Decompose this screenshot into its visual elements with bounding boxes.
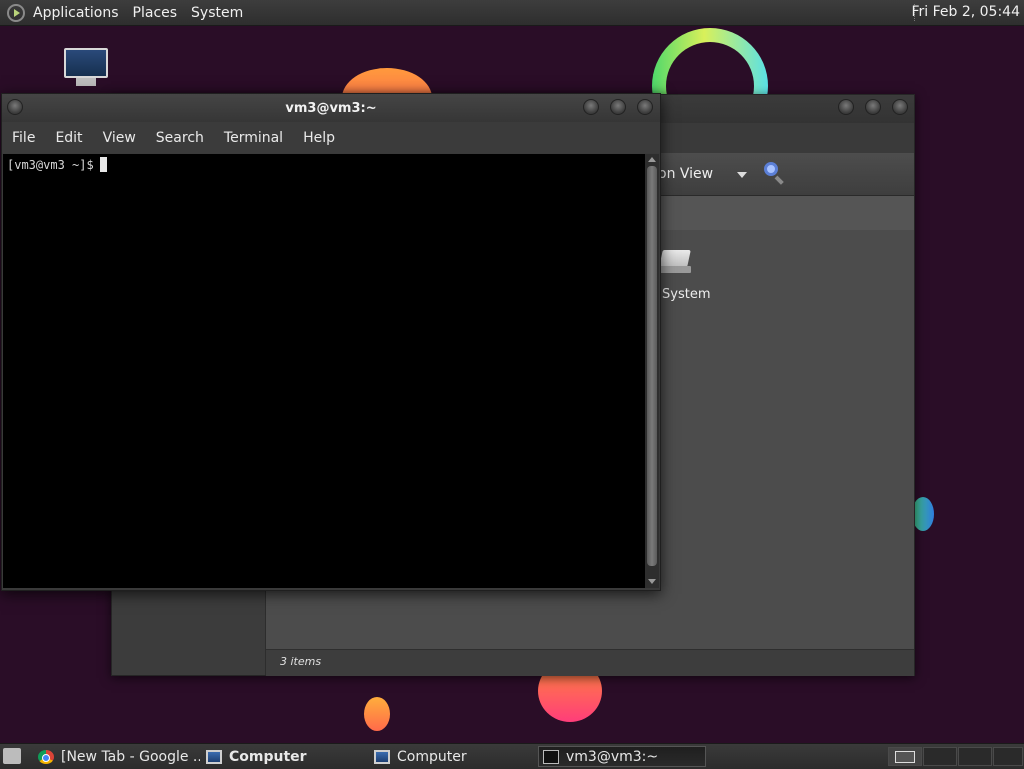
workspace-1[interactable] xyxy=(888,747,922,766)
menu-edit[interactable]: Edit xyxy=(55,130,82,146)
window-title: vm3@vm3:~ xyxy=(285,101,377,116)
taskbar-item-terminal[interactable]: vm3@vm3:~ xyxy=(538,746,706,767)
search-icon[interactable] xyxy=(764,162,786,185)
monitor-screen xyxy=(64,48,108,78)
terminal-screen[interactable]: [vm3@vm3 ~]$ xyxy=(3,154,645,588)
search-lens xyxy=(764,162,778,176)
terminal-titlebar[interactable]: vm3@vm3:~ xyxy=(2,94,660,122)
shell-prompt: [vm3@vm3 ~]$ xyxy=(7,158,94,172)
computer-icon xyxy=(374,749,390,764)
computer-icon xyxy=(206,749,222,764)
workspace-4[interactable] xyxy=(993,747,1023,766)
text-cursor xyxy=(99,157,107,172)
taskbar-item-label: Computer xyxy=(397,748,467,765)
terminal-window[interactable]: vm3@vm3:~ File Edit View Search Terminal… xyxy=(1,93,661,591)
top-panel: Applications Places System Fri Feb 2, 05… xyxy=(0,0,1024,26)
status-bar: 3 items xyxy=(266,649,914,676)
item-count: 3 items xyxy=(280,655,322,668)
taskbar-item-computer-2[interactable]: Computer xyxy=(374,746,534,767)
menu-search[interactable]: Search xyxy=(156,130,204,146)
search-handle xyxy=(774,175,784,185)
terminal-menubar: File Edit View Search Terminal Help xyxy=(2,122,660,153)
bottom-panel: [New Tab - Google ... Computer Computer … xyxy=(0,743,1024,769)
terminal-prompt-line: [vm3@vm3 ~]$ xyxy=(7,157,107,172)
chevron-down-icon[interactable] xyxy=(737,172,747,178)
close-button[interactable] xyxy=(637,99,653,115)
minimize-button[interactable] xyxy=(583,99,599,115)
wallpaper-shape xyxy=(912,497,934,531)
harddisk-icon[interactable] xyxy=(659,250,691,274)
workspace-3[interactable] xyxy=(958,747,992,766)
scroll-up-icon[interactable] xyxy=(648,157,656,162)
system-menu[interactable]: System xyxy=(191,5,243,21)
maximize-button[interactable] xyxy=(865,99,881,115)
clock[interactable]: Fri Feb 2, 05:44 xyxy=(911,4,1020,20)
minimize-button[interactable] xyxy=(838,99,854,115)
menu-file[interactable]: File xyxy=(12,130,35,146)
taskbar-item-label: Computer xyxy=(229,748,307,765)
places-menu[interactable]: Places xyxy=(133,5,178,21)
terminal-icon xyxy=(543,749,559,764)
maximize-button[interactable] xyxy=(610,99,626,115)
drive-top xyxy=(659,250,691,267)
monitor-stand xyxy=(76,78,96,86)
workspace-2[interactable] xyxy=(923,747,957,766)
taskbar-item-label: vm3@vm3:~ xyxy=(566,748,659,765)
terminal-scrollbar[interactable] xyxy=(645,154,659,588)
close-button[interactable] xyxy=(892,99,908,115)
scroll-down-icon[interactable] xyxy=(648,579,656,584)
desktop-computer-icon[interactable] xyxy=(62,46,112,90)
scrollbar-thumb[interactable] xyxy=(647,166,657,566)
applications-menu[interactable]: Applications xyxy=(33,5,119,21)
view-mode-select[interactable]: on View xyxy=(658,166,713,182)
distro-logo-icon[interactable] xyxy=(7,3,25,22)
wallpaper-shape xyxy=(364,697,390,731)
drive-base xyxy=(659,266,691,273)
menu-view[interactable]: View xyxy=(103,130,136,146)
show-desktop-icon[interactable] xyxy=(3,748,21,764)
taskbar-item-label: [New Tab - Google ... xyxy=(61,748,200,765)
drive-label[interactable]: System xyxy=(662,287,710,302)
chrome-icon xyxy=(38,749,54,764)
menu-terminal[interactable]: Terminal xyxy=(224,130,283,146)
taskbar-item-computer-1[interactable]: Computer xyxy=(206,746,366,767)
taskbar-item-chrome[interactable]: [New Tab - Google ... xyxy=(38,746,200,767)
menu-help[interactable]: Help xyxy=(303,130,335,146)
